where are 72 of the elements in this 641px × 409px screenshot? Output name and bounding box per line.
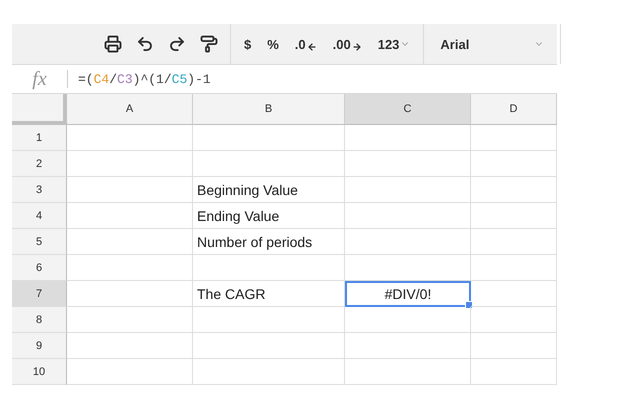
function-label: fx (12, 70, 68, 88)
format-button[interactable]: $ (241, 34, 254, 54)
print-button[interactable] (102, 33, 124, 55)
fill-handle[interactable] (465, 301, 473, 309)
table-cell[interactable] (471, 255, 557, 281)
arrow-left-icon (306, 42, 317, 52)
table-cell[interactable] (345, 125, 471, 151)
row-header[interactable]: 3 (12, 177, 67, 203)
arrow-right-icon (352, 42, 362, 52)
table-cell[interactable] (471, 281, 557, 307)
table-cell[interactable] (67, 359, 193, 385)
table-cell[interactable]: Number of periods (193, 229, 345, 255)
row-header[interactable]: 6 (12, 255, 67, 281)
table-cell[interactable] (193, 151, 345, 177)
table-cell[interactable]: Ending Value (193, 203, 345, 229)
format-button[interactable]: 123 (374, 34, 414, 54)
table-cell[interactable]: #DIV/0! (345, 281, 471, 307)
format-button[interactable]: .0 (292, 34, 320, 54)
table-cell[interactable] (67, 307, 193, 333)
table-cell[interactable] (345, 333, 471, 359)
table-cell[interactable] (471, 307, 557, 333)
table-cell[interactable] (67, 203, 193, 229)
table-cell[interactable] (345, 359, 471, 385)
column-header[interactable]: D (471, 94, 557, 125)
undo-icon (136, 35, 154, 53)
column-header[interactable]: A (67, 94, 193, 125)
row-header[interactable]: 8 (12, 307, 67, 333)
select-all-corner[interactable] (12, 94, 67, 125)
table-cell[interactable] (471, 203, 557, 229)
table-cell[interactable] (345, 177, 471, 203)
formula-text[interactable]: =(C4/C3)^(1/C5)-1 (68, 72, 211, 86)
table-cell[interactable]: Beginning Value (193, 177, 345, 203)
table-cell[interactable] (67, 333, 193, 359)
row-header[interactable]: 10 (12, 359, 67, 385)
row-header[interactable]: 4 (12, 203, 67, 229)
format-button[interactable]: .00 (330, 34, 365, 54)
row-header[interactable]: 2 (12, 151, 67, 177)
row-header[interactable]: 5 (12, 229, 67, 255)
table-cell[interactable] (345, 255, 471, 281)
table-cell[interactable] (193, 125, 345, 151)
table-cell[interactable] (193, 359, 345, 385)
table-cell[interactable] (471, 151, 557, 177)
column-header[interactable]: C (345, 94, 471, 125)
table-cell[interactable] (345, 307, 471, 333)
row-header[interactable]: 9 (12, 333, 67, 359)
table-cell[interactable] (193, 307, 345, 333)
table-cell[interactable] (471, 333, 557, 359)
table-cell[interactable] (67, 281, 193, 307)
table-cell[interactable] (345, 229, 471, 255)
paint-roller-icon (200, 35, 218, 53)
table-cell[interactable] (471, 229, 557, 255)
table-cell[interactable] (193, 333, 345, 359)
paint-button[interactable] (198, 33, 220, 55)
row-header[interactable]: 1 (12, 125, 67, 151)
column-header[interactable]: B (193, 94, 345, 125)
table-cell[interactable] (345, 203, 471, 229)
format-button[interactable]: % (264, 34, 282, 54)
table-cell[interactable] (345, 151, 471, 177)
table-cell[interactable] (67, 125, 193, 151)
table-cell[interactable] (471, 177, 557, 203)
font-dropdown[interactable]: Arial (434, 36, 550, 52)
print-icon (104, 35, 122, 53)
redo-icon (168, 35, 186, 53)
table-cell[interactable] (67, 255, 193, 281)
table-cell[interactable] (471, 125, 557, 151)
table-cell[interactable] (67, 229, 193, 255)
row-header[interactable]: 7 (12, 281, 67, 307)
table-cell[interactable] (193, 255, 345, 281)
table-cell[interactable]: The CAGR (193, 281, 345, 307)
table-cell[interactable] (471, 359, 557, 385)
table-cell[interactable] (67, 177, 193, 203)
table-cell[interactable] (67, 151, 193, 177)
